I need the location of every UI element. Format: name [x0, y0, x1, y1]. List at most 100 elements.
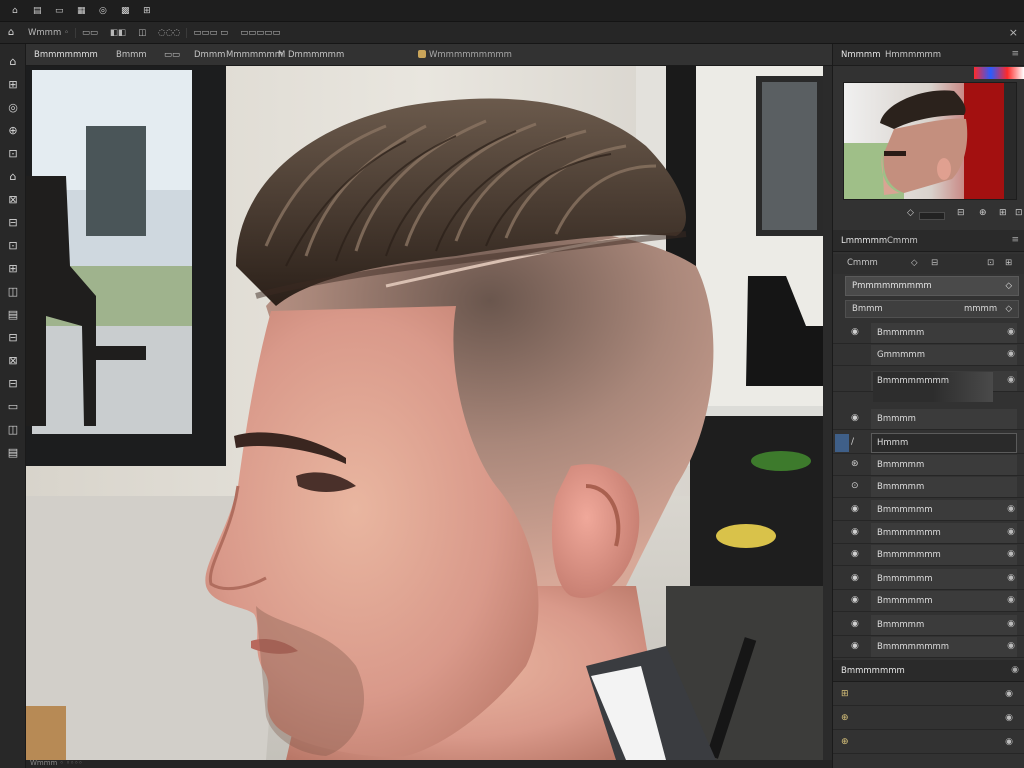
layer-row[interactable]: ◉ Bmmmmm ◉ [833, 322, 1024, 344]
filter-adjust-icon[interactable]: ⊟ [931, 258, 938, 268]
layer-visibility-icon[interactable]: ◉ [851, 619, 859, 629]
layer-link-icon[interactable]: ◉ [1007, 619, 1015, 629]
actual-size-icon[interactable]: ⊡ [1015, 208, 1023, 218]
filter-pixel-icon[interactable]: ◇ [911, 258, 918, 268]
layer-row[interactable]: Bmmmmmmmm ◉ [833, 370, 1024, 402]
eyedropper-tool[interactable]: ⌂ [3, 167, 23, 185]
layer-row[interactable]: ◉ Bmmmmm ◉ [833, 614, 1024, 636]
menu-image[interactable]: ▦ [70, 6, 92, 16]
navigator-preview[interactable] [843, 82, 1017, 200]
layer-row[interactable]: ◉ Bmmmmmm ◉ [833, 568, 1024, 590]
filter-smart-icon[interactable]: ⊞ [1005, 258, 1012, 268]
adjustment-row[interactable]: ⊞ ◉ [833, 684, 1024, 706]
quick-select-tool[interactable]: ⊕ [3, 121, 23, 139]
marquee-tool[interactable]: ⊞ [3, 75, 23, 93]
layer-row[interactable]: ◉ Bmmmmmmm ◉ [833, 544, 1024, 566]
tab-navigator[interactable]: Nmmmm [841, 44, 880, 66]
doc-tab-1[interactable]: Bmmmmmmm [34, 44, 98, 66]
doc-tab-3[interactable]: ▭▭ [164, 44, 180, 66]
layer-link-icon[interactable]: ◉ [1007, 595, 1015, 605]
menu-filter[interactable]: ⊞ [136, 6, 158, 16]
panel-menu-icon[interactable]: ≡ [1011, 235, 1019, 245]
layer-row[interactable]: ◉ Bmmmmmm ◉ [833, 499, 1024, 521]
option-size[interactable]: ◧◧ [104, 28, 132, 38]
doc-tab-5[interactable]: Mmmmmmm [226, 44, 283, 66]
layer-visibility-icon[interactable]: ◉ [851, 413, 859, 423]
tab-adjustments[interactable]: Bmmmmmmm [841, 660, 905, 682]
tab-channels[interactable]: Cmmm [887, 230, 918, 252]
layer-row[interactable]: ◉ Bmmmmmm ◉ [833, 590, 1024, 612]
menu-layer[interactable]: ◎ [92, 6, 114, 16]
option-flow[interactable]: ◌◌◌ [152, 28, 186, 38]
dodge-tool[interactable]: ⊠ [3, 351, 23, 369]
layer-visibility-icon[interactable]: ⊛ [851, 459, 859, 469]
filter-shape-icon[interactable]: ⊡ [987, 258, 994, 268]
visibility-icon[interactable]: ◉ [1005, 689, 1013, 699]
menu-edit[interactable]: ▭ [48, 6, 70, 16]
brush-tool[interactable]: ⊟ [3, 213, 23, 231]
layer-visibility-icon[interactable]: / [851, 437, 854, 447]
zoom-out-icon[interactable]: ◇ [907, 208, 914, 218]
menu-select[interactable]: ▩ [114, 6, 136, 16]
layer-visibility-icon[interactable]: ◉ [851, 327, 859, 337]
pen-tool[interactable]: ⊟ [3, 374, 23, 392]
option-sample[interactable]: ▭▭▭ ▭ [186, 27, 234, 38]
blend-mode-select[interactable]: Pmmmmmmmmm ◇ [845, 276, 1019, 296]
zoom-in-icon[interactable]: ⊟ [957, 208, 965, 218]
panel-menu-icon[interactable]: ◉ [1011, 665, 1019, 675]
layer-row[interactable]: / Hmmm [833, 432, 1024, 454]
layer-visibility-icon[interactable]: ◉ [851, 549, 859, 559]
layer-link-icon[interactable]: ◉ [1007, 375, 1015, 385]
layer-row[interactable]: ◉ Bmmmmmmmm ◉ [833, 636, 1024, 658]
zoom-slider[interactable] [919, 212, 945, 220]
layer-visibility-icon[interactable]: ◉ [851, 641, 859, 651]
move-tool[interactable]: ⌂ [3, 52, 23, 70]
gradient-tool[interactable]: ▤ [3, 305, 23, 323]
layer-visibility-icon[interactable]: ◉ [851, 527, 859, 537]
type-tool[interactable]: ▭ [3, 397, 23, 415]
layer-link-icon[interactable]: ◉ [1007, 349, 1015, 359]
home-icon[interactable]: ⌂ [0, 27, 22, 38]
layer-row[interactable]: ◉ Bmmmmmmm ◉ [833, 522, 1024, 544]
adjustment-row[interactable]: ⊕ ◉ [833, 708, 1024, 730]
opacity-control[interactable]: Bmmm mmmm ◇ [845, 300, 1019, 318]
color-swatch-strip[interactable] [974, 67, 1024, 79]
doc-tab-7[interactable]: Dmmmmmm [288, 44, 344, 66]
adjustment-row[interactable]: ⊕ ◉ [833, 732, 1024, 754]
fit-icon[interactable]: ⊕ [979, 208, 987, 218]
layer-link-icon[interactable]: ◉ [1007, 527, 1015, 537]
layer-link-icon[interactable]: ◉ [1007, 549, 1015, 559]
option-aligned[interactable]: ▭▭▭▭▭ [234, 28, 286, 38]
lasso-tool[interactable]: ◎ [3, 98, 23, 116]
layer-row[interactable]: ⊙ Bmmmmm [833, 476, 1024, 498]
panel-menu-icon[interactable]: ≡ [1011, 49, 1019, 59]
layer-row[interactable]: ⊛ Bmmmmm [833, 454, 1024, 476]
layer-filter[interactable]: Cmmm [847, 258, 878, 268]
menu-file[interactable]: ▤ [26, 6, 48, 16]
crop-tool[interactable]: ⊡ [3, 144, 23, 162]
option-mode[interactable]: ▭▭ [74, 27, 104, 38]
doc-tab-6[interactable]: M [278, 44, 285, 66]
tab-layers[interactable]: Lmmmmm [841, 230, 887, 252]
image-canvas[interactable] [26, 66, 823, 760]
visibility-icon[interactable]: ◉ [1005, 737, 1013, 747]
fill-icon[interactable]: ⊞ [999, 208, 1007, 218]
layer-visibility-icon[interactable]: ◉ [851, 573, 859, 583]
option-hardness[interactable]: ◫ [132, 28, 152, 38]
home-icon[interactable]: ⌂ [4, 6, 26, 16]
clone-stamp-tool[interactable]: ⊡ [3, 236, 23, 254]
path-select-tool[interactable]: ◫ [3, 420, 23, 438]
layer-row[interactable]: ◉ Bmmmm [833, 408, 1024, 430]
healing-tool[interactable]: ⊠ [3, 190, 23, 208]
tab-histogram[interactable]: Hmmmmmm [885, 44, 941, 66]
history-brush-tool[interactable]: ⊞ [3, 259, 23, 277]
close-icon[interactable]: × [1009, 26, 1018, 39]
doc-tab-2[interactable]: Bmmm [116, 44, 147, 66]
layer-link-icon[interactable]: ◉ [1007, 327, 1015, 337]
layer-link-icon[interactable]: ◉ [1007, 641, 1015, 651]
layer-link-icon[interactable]: ◉ [1007, 504, 1015, 514]
layer-visibility-icon[interactable]: ◉ [851, 595, 859, 605]
doc-tab-4[interactable]: Dmmm [194, 44, 225, 66]
visibility-icon[interactable]: ◉ [1005, 713, 1013, 723]
option-tool-preset[interactable]: Wmmm ◦ [22, 28, 75, 38]
